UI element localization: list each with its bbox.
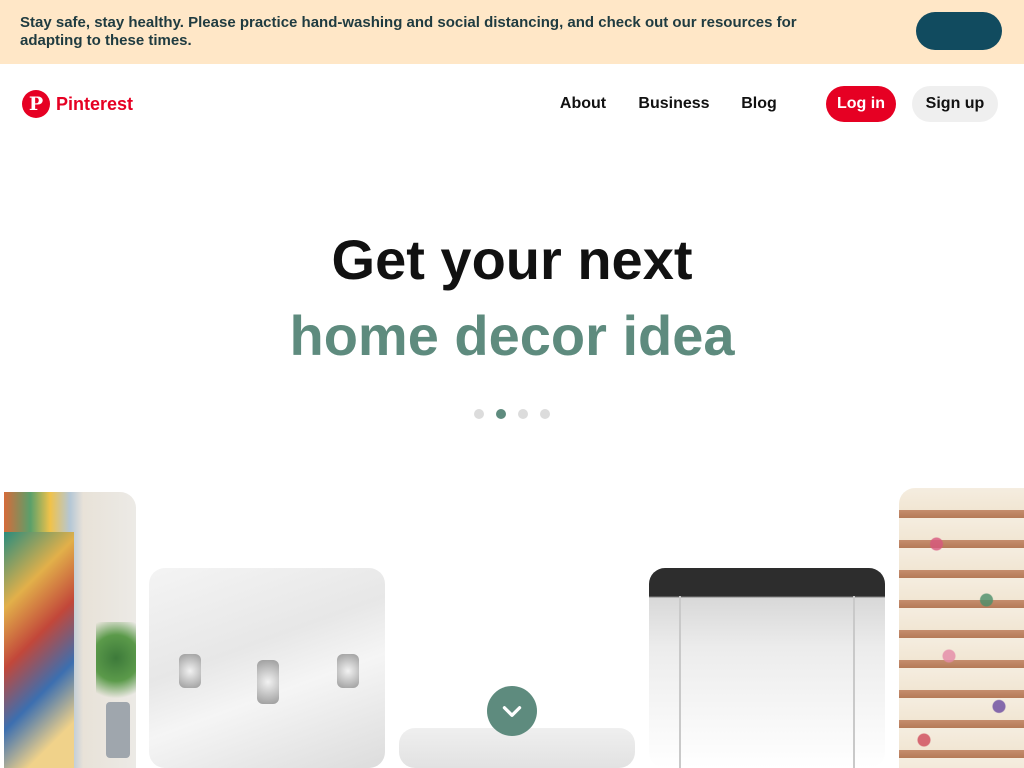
banner-button[interactable] [916,12,1002,50]
painting-art [4,532,74,768]
about-button[interactable]: About [548,86,618,122]
faucet-handle [179,654,201,688]
banner-text: Stay safe, stay healthy. Please practice… [20,14,797,49]
chevron-down-icon [502,706,522,717]
carousel-dot-active[interactable] [496,409,506,419]
carousel-dot[interactable] [474,409,484,419]
pin-image-floral-stairs[interactable] [899,488,1024,768]
scroll-down-button[interactable] [487,686,537,736]
faucet-handle [337,654,359,688]
safety-banner: Stay safe, stay healthy. Please practice… [0,0,1024,64]
signup-button[interactable]: Sign up [912,86,998,122]
hero-title: Get your next [331,228,693,291]
pinterest-logo-icon[interactable]: P [22,90,50,118]
login-button[interactable]: Log in [826,86,896,122]
carousel-dot[interactable] [540,409,550,419]
carousel-dots [474,409,550,419]
pin-image-marble-sink[interactable] [149,568,385,768]
floral-pattern [899,488,1024,768]
business-button[interactable]: Business [632,86,716,122]
faucet-spout [257,660,279,704]
logo-text[interactable]: Pinterest [56,94,133,115]
carousel-dot[interactable] [518,409,528,419]
hero-subtitle: home decor idea [289,304,735,367]
plant-pot [106,702,130,758]
pin-image-shower[interactable] [649,568,885,768]
pin-image-living-room[interactable] [4,492,136,768]
shower-glass [679,596,855,768]
plant-leaves [96,622,136,712]
blog-link[interactable]: Blog [740,86,778,122]
